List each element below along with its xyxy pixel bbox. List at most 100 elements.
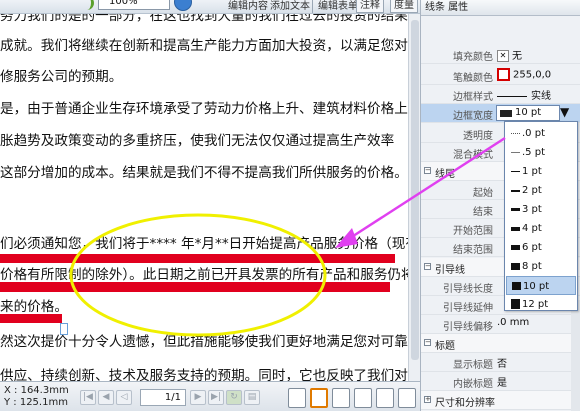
annotate-dropdown[interactable]: 注释 [356,0,384,13]
add-text-button[interactable]: 添加文本 [270,0,310,12]
show-caption-row[interactable]: 显示标题 否 [421,353,580,372]
measure-dropdown[interactable]: 度量 [390,0,418,13]
line-width-icon [511,263,520,270]
annotate-label: 注释 [360,0,380,11]
page-number-input[interactable]: 1/1 [140,389,186,406]
text-line-cut: 务力我们的是的一部分，在这也找到大量的我们在过去的投资的结果的其以 [0,14,408,24]
line-width-icon [511,245,520,250]
line-width-icon [512,282,521,290]
facing-continuous-icon[interactable] [354,388,372,408]
inline-caption-value[interactable]: 是 [497,374,507,389]
line-width-icon [500,110,512,117]
line-width-icon [511,208,520,211]
text-line: 这部分增加的成本。结果就是我们不得不提高我们所供服务的价格。 [0,165,408,181]
color-swatch-icon [497,68,510,81]
width-option-label: 10 pt [523,281,550,292]
line-width-icon [511,152,520,153]
edit-form-button[interactable]: 编辑表单 [318,0,358,12]
measure-label: 度量 [394,0,414,11]
collapse-icon[interactable]: − [424,339,431,346]
leader-section-label: 引导线 [435,265,465,276]
line-width-icon [511,227,520,231]
leader-length-label: 引导线长度 [443,284,493,295]
text-line: 们必须通知您，我们将于**** 年*月**日开始提高产品服务价格（现有 [0,236,408,252]
width-option-label: 8 pt [522,261,542,272]
end-range-label: 结束范围 [453,245,493,256]
border-width-dropdown[interactable]: .0 pt .5 pt 1 pt 2 pt 3 pt 4 pt 6 pt 8 p… [504,121,578,311]
stroke-color-label: 笔触颜色 [453,73,493,84]
first-page-button[interactable]: |◀ [80,390,96,405]
border-width-select[interactable]: 10 pt [496,105,560,121]
fit-width-icon[interactable] [398,388,416,408]
text-line: 胀趋势及政策变动的多重挤压，使我们无法仅仅通过提高生产效率 [0,133,395,149]
expand-icon[interactable]: + [424,396,431,403]
prev-page-button[interactable]: ◀ [98,390,114,405]
start-label: 起始 [473,188,493,199]
width-option-selected[interactable]: 10 pt [506,276,576,295]
blend-mode-label: 混合模式 [453,150,493,161]
fill-color-row[interactable]: 填充颜色 ✕ 无 [421,45,580,64]
single-page-icon[interactable] [288,388,306,408]
stroke-color-row[interactable]: 笔触颜色 255,0,0 [421,66,580,85]
facing-page-icon[interactable] [332,388,350,408]
red-highlight-line[interactable] [0,314,62,323]
fill-color-label: 填充颜色 [453,52,493,63]
inline-caption-row[interactable]: 内嵌标题 是 [421,372,580,391]
fill-color-value[interactable]: ✕ 无 [497,47,522,62]
width-option[interactable]: 4 pt [506,219,576,238]
border-width-label: 边框宽度 [453,111,493,122]
width-option[interactable]: 6 pt [506,238,576,257]
line-width-icon [511,299,520,309]
width-option[interactable]: .0 pt [506,124,576,143]
page-view-icon[interactable]: ▤ [244,390,260,405]
end-label: 结束 [473,207,493,218]
width-option-label: 12 pt [522,299,549,310]
caption-section[interactable]: − 标题 [421,334,580,353]
scrollbar-thumb[interactable] [411,20,419,360]
leader-extend-label: 引导线延伸 [443,303,493,314]
zoom-in-icon[interactable] [174,0,192,11]
width-option-label: .5 pt [522,147,545,158]
width-option[interactable]: 3 pt [506,200,576,219]
opacity-label: 透明度 [463,131,493,142]
undo-icon[interactable] [84,0,94,10]
collapse-icon[interactable]: − [424,263,431,270]
line-width-icon [511,190,520,192]
stroke-color-value[interactable]: 255,0,0 [497,68,551,81]
x-coordinate: X : 164.3mm [4,385,69,396]
width-option[interactable]: 12 pt [506,295,576,314]
next-page-button[interactable]: ▶ [190,390,206,405]
zoom-select[interactable]: 100% [98,0,170,10]
line-width-icon [511,133,520,134]
vertical-scrollbar[interactable] [408,14,420,381]
red-highlight-line[interactable] [0,254,395,263]
leader-offset-row[interactable]: 引导线偏移 .0 mm [421,315,580,334]
width-option[interactable]: 2 pt [506,181,576,200]
start-range-label: 开始范围 [453,226,493,237]
fit-page-icon[interactable] [376,388,394,408]
refresh-icon[interactable]: ↻ [226,390,242,405]
size-section[interactable]: + 尺寸和分辨率 [421,391,580,410]
fill-color-text: 无 [512,51,522,62]
width-option[interactable]: 8 pt [506,257,576,276]
stroke-color-text: 255,0,0 [513,69,552,81]
toolbar: 100% 编辑内容 添加文本 编辑表单 注释 度量 [0,0,420,14]
continuous-page-icon[interactable] [310,388,328,408]
last-page-button[interactable]: ▶| [208,390,224,405]
edit-content-button[interactable]: 编辑内容 [228,0,268,12]
inline-caption-label: 内嵌标题 [453,379,493,390]
red-highlight-line[interactable] [0,282,390,292]
width-option-label: 3 pt [522,204,542,215]
width-option-label: 2 pt [522,185,542,196]
collapse-icon[interactable]: − [424,167,431,174]
prev-button[interactable]: ◁ [116,390,132,405]
border-style-value[interactable]: 实线 [497,87,551,102]
show-caption-value[interactable]: 否 [497,355,507,370]
width-option[interactable]: 1 pt [506,162,576,181]
chevron-down-icon[interactable]: ▼ [560,105,569,119]
panel-scrollbar[interactable] [571,300,580,411]
border-width-value: 10 pt [515,107,542,118]
width-option[interactable]: .5 pt [506,143,576,162]
leader-offset-value[interactable]: .0 mm [497,317,529,328]
border-style-row[interactable]: 边框样式 实线 [421,85,580,104]
